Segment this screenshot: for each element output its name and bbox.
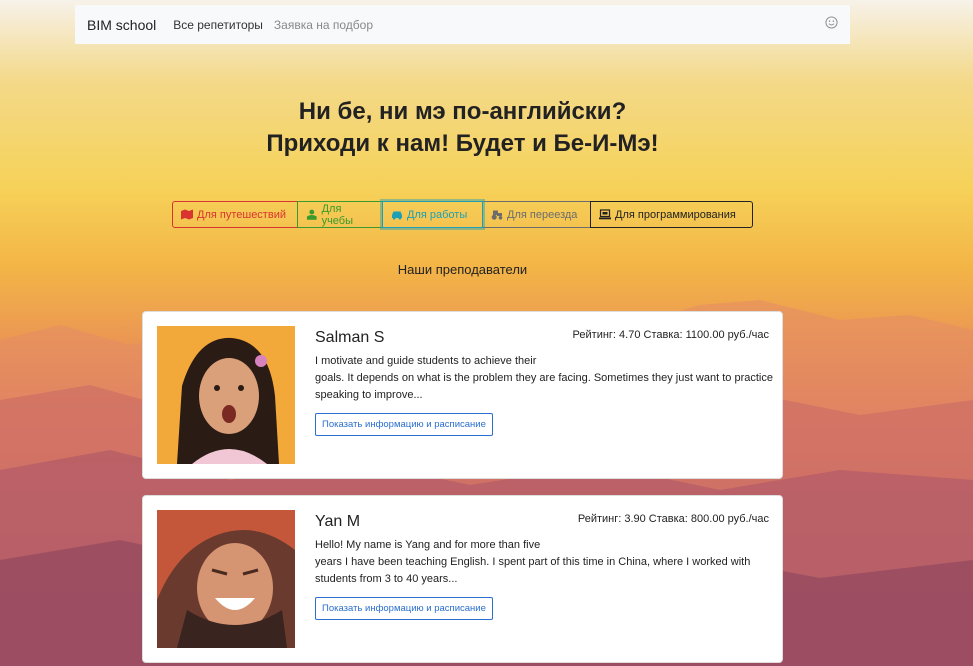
school-icon: [306, 209, 317, 220]
teacher-description-rest: goals. It depends on what is the problem…: [315, 372, 773, 401]
filter-programming-button[interactable]: Для программирования: [590, 201, 753, 228]
filter-relocation-label: Для переезда: [507, 208, 578, 221]
filter-work-label: Для работы: [407, 208, 468, 221]
filter-work-button[interactable]: Для работы: [382, 201, 483, 228]
filter-relocation-button[interactable]: Для переезда: [482, 201, 591, 228]
laptop-icon: [599, 209, 611, 220]
brand-logo[interactable]: BIM school: [87, 17, 156, 33]
nav-link-all-tutors[interactable]: Все репетиторы: [173, 18, 263, 32]
filter-study-label: Для учебы: [321, 202, 354, 227]
smile-icon[interactable]: [825, 16, 838, 29]
teacher-name: Salman S: [315, 329, 385, 346]
teacher-description: Hello! My name is Yang and for more than…: [315, 537, 775, 588]
goal-filter-group: Для путешествий Для учебы Для работы Для…: [172, 201, 753, 228]
teacher-name: Yan M: [315, 513, 361, 530]
teacher-photo: [157, 510, 295, 648]
filter-programming-label: Для программирования: [615, 208, 736, 221]
hero-line-1: Ни бе, ни мэ по-английски?: [298, 98, 627, 125]
hero-line-2: Приходи к нам! Будет и Бе-И-Мэ!: [266, 130, 659, 157]
teacher-description-rest: years I have been teaching English. I sp…: [315, 556, 751, 585]
filter-study-button[interactable]: Для учебы: [297, 201, 383, 228]
teacher-description: I motivate and guide students to achieve…: [315, 353, 775, 404]
hero-heading: Ни бе, ни мэ по-английски? Приходи к нам…: [0, 96, 925, 160]
filter-travel-label: Для путешествий: [197, 208, 286, 221]
map-icon: [181, 209, 193, 220]
teacher-description-line: Hello! My name is Yang and for more than…: [315, 539, 541, 551]
teacher-rating: Рейтинг: 3.90 Ставка: 800.00 руб./час: [577, 513, 769, 525]
teacher-rating: Рейтинг: 4.70 Ставка: 1100.00 руб./час: [572, 329, 769, 341]
teacher-photo: [157, 326, 295, 464]
teacher-card: Yan M Рейтинг: 3.90 Ставка: 800.00 руб./…: [142, 495, 783, 663]
show-schedule-button[interactable]: Показать информацию и расписание: [315, 597, 493, 620]
nav-link-request[interactable]: Заявка на подбор: [274, 18, 373, 32]
teacher-description-line: I motivate and guide students to achieve…: [315, 355, 537, 367]
filter-travel-button[interactable]: Для путешествий: [172, 201, 298, 228]
teacher-card: Salman S Рейтинг: 4.70 Ставка: 1100.00 р…: [142, 311, 783, 479]
car-icon: [392, 211, 402, 220]
show-schedule-button[interactable]: Показать информацию и расписание: [315, 413, 493, 436]
tractor-icon: [491, 210, 503, 220]
teachers-section-title: Наши преподаватели: [397, 262, 528, 277]
top-navbar: BIM school Все репетиторы Заявка на подб…: [75, 5, 850, 44]
